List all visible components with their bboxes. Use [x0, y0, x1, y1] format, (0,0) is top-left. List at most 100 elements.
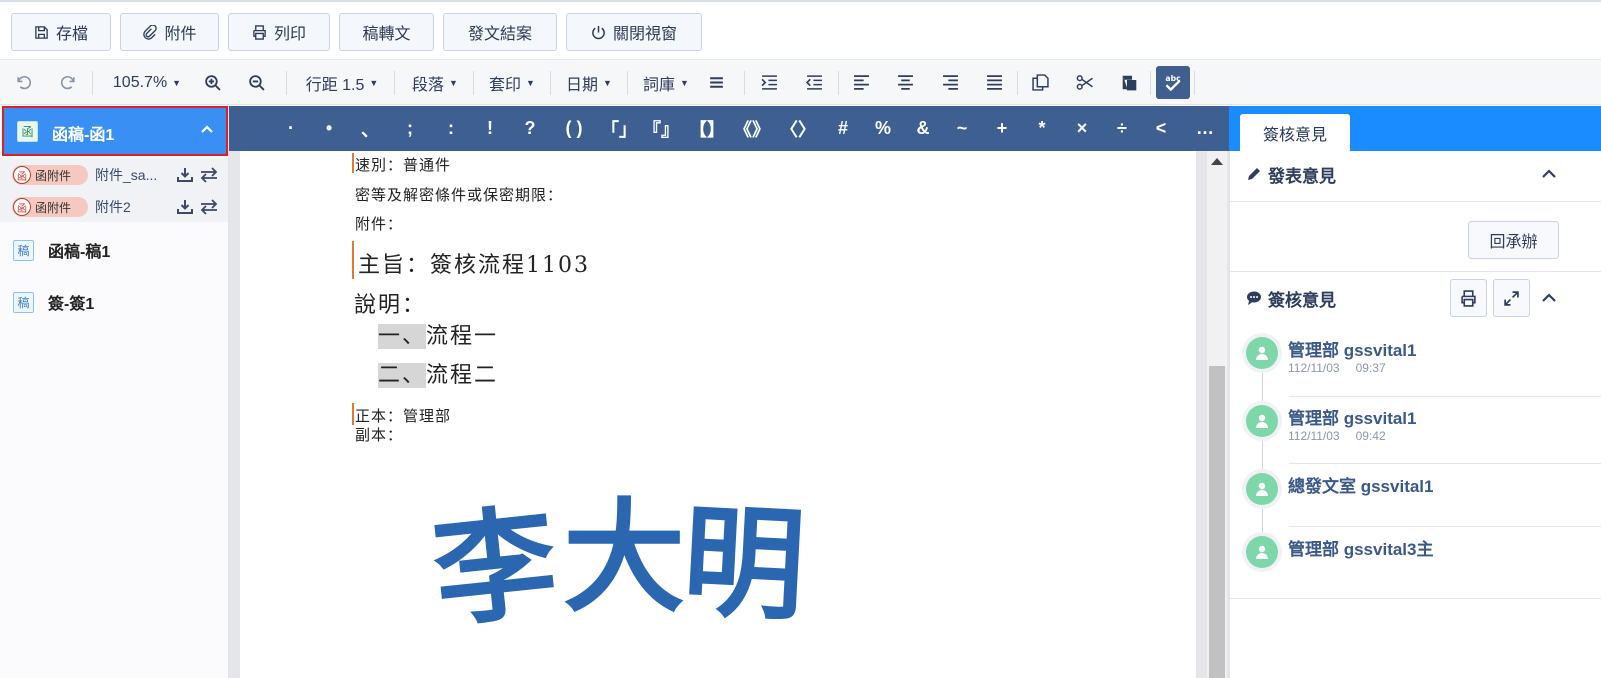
separator	[838, 71, 839, 95]
separator	[744, 71, 745, 95]
opinion-author: 管理部 gssvital1	[1288, 341, 1417, 360]
line-spacing-dropdown[interactable]: 行距 1.5 ▼	[298, 60, 386, 105]
sidebar-item-label: 函稿-稿1	[48, 244, 111, 261]
download-icon[interactable]	[177, 167, 193, 183]
avatar	[1242, 532, 1282, 572]
separator	[286, 71, 287, 95]
punctuation-button[interactable]: ·	[276, 106, 306, 151]
punctuation-button[interactable]: %	[868, 106, 898, 151]
punctuation-button[interactable]: 「」	[601, 106, 637, 151]
close-window-button[interactable]: 關閉視窗	[566, 13, 702, 51]
item-line: 二、流程二	[378, 357, 498, 395]
swap-icon[interactable]	[200, 199, 218, 215]
close-case-button[interactable]: 發文結案	[443, 13, 557, 51]
original-recipient-line: 正本：管理部	[355, 407, 452, 425]
return-to-handler-button[interactable]: 回承辦	[1468, 221, 1559, 259]
print-button[interactable]: 列印	[228, 13, 330, 51]
chevron-up-icon[interactable]	[1541, 166, 1557, 182]
attachment-name[interactable]: 附件_sa...	[95, 165, 167, 185]
align-left-button[interactable]	[848, 60, 874, 105]
sidebar-item-label: 函稿-函1	[52, 127, 115, 144]
sidebar-item-draft[interactable]: 稿 函稿-稿1	[0, 230, 228, 270]
spellcheck-icon: abc	[1165, 73, 1181, 91]
opinion-timestamp: 112/11/03 09:42	[1288, 429, 1386, 443]
sidebar-item-sign[interactable]: 稿 簽-簽1	[0, 282, 228, 322]
template-dropdown[interactable]: 套印 ▼	[483, 60, 541, 105]
speed-line: 速別：普通件	[355, 156, 452, 174]
align-right-button[interactable]	[937, 60, 963, 105]
punctuation-button[interactable]: <	[1146, 106, 1176, 151]
save-icon	[35, 25, 48, 39]
expand-opinions-button[interactable]	[1493, 279, 1530, 317]
paste-button[interactable]	[1116, 60, 1142, 105]
zoom-out-button[interactable]	[243, 60, 269, 105]
attach-button[interactable]: 附件	[120, 13, 219, 51]
separator	[1194, 71, 1195, 95]
redo-button[interactable]	[55, 60, 81, 105]
avatar	[1242, 469, 1282, 509]
date-dropdown[interactable]: 日期 ▼	[560, 60, 618, 105]
zoom-dropdown[interactable]: 105.7% ▼	[106, 60, 188, 105]
zoom-in-button[interactable]	[199, 60, 225, 105]
punctuation-button[interactable]: ( )	[559, 106, 589, 151]
punctuation-button[interactable]: ÷	[1107, 106, 1137, 151]
scroll-up-arrow-icon[interactable]	[1211, 158, 1223, 165]
punctuation-button[interactable]: *	[1027, 106, 1057, 151]
separator	[627, 71, 628, 95]
sidebar-item-active-letter[interactable]: 函 函稿-函1	[2, 106, 228, 156]
print-label: 列印	[273, 26, 306, 43]
indent-button[interactable]	[756, 60, 782, 105]
download-icon[interactable]	[177, 199, 193, 215]
punctuation-button[interactable]: 【】	[689, 106, 725, 151]
punctuation-button[interactable]: :	[436, 106, 466, 151]
attachment-item[interactable]: 函 函附件 附件2	[0, 192, 228, 222]
zoom-in-icon	[204, 75, 221, 91]
punctuation-button[interactable]: #	[828, 106, 858, 151]
punctuation-button[interactable]: •	[314, 106, 344, 151]
punctuation-button[interactable]: ×	[1067, 106, 1097, 151]
chevron-up-icon[interactable]	[1541, 290, 1557, 306]
scrollbar-thumb[interactable]	[1209, 366, 1225, 678]
spellcheck-button[interactable]: abc	[1156, 66, 1190, 99]
punctuation-button[interactable]: !	[475, 106, 505, 151]
action-bar: 存檔 附件 列印 稿轉文 發文結案 關閉視窗	[0, 2, 1601, 60]
letter-tag-icon: 函	[13, 166, 31, 184]
punctuation-button[interactable]: …	[1190, 106, 1220, 151]
opinions-header[interactable]: 簽核意見	[1229, 280, 1601, 316]
punctuation-button[interactable]: 〈〉	[780, 106, 816, 151]
letter-tag-icon: 函	[13, 198, 31, 216]
undo-button[interactable]	[10, 60, 36, 105]
save-button[interactable]: 存檔	[11, 13, 111, 51]
scissors-icon	[1076, 75, 1093, 90]
chevron-up-icon[interactable]	[200, 122, 214, 136]
cut-button[interactable]	[1071, 60, 1097, 105]
convert-draft-button[interactable]: 稿轉文	[339, 13, 434, 51]
punctuation-button[interactable]: 、	[355, 106, 385, 151]
seal-character: 明	[679, 487, 809, 639]
print-opinions-button[interactable]	[1450, 279, 1487, 317]
punctuation-button[interactable]: &	[908, 106, 938, 151]
punctuation-button[interactable]: ?	[515, 106, 545, 151]
field-marker	[352, 241, 354, 279]
outdent-button[interactable]	[801, 60, 827, 105]
swap-icon[interactable]	[200, 167, 218, 183]
attachment-name[interactable]: 附件2	[95, 197, 167, 217]
align-center-button[interactable]	[892, 60, 918, 105]
punctuation-button[interactable]: 『』	[643, 106, 679, 151]
opinion-author: 管理部 gssvital3主	[1288, 540, 1434, 559]
punctuation-button[interactable]: 《》	[734, 106, 770, 151]
template-label: 套印	[489, 76, 522, 94]
justify-button[interactable]	[981, 60, 1007, 105]
copy-button[interactable]	[1027, 60, 1053, 105]
punctuation-button[interactable]: ~	[947, 106, 977, 151]
tab-review-opinions[interactable]: 簽核意見	[1240, 114, 1350, 151]
publish-opinion-header[interactable]: 發表意見	[1229, 158, 1601, 190]
punctuation-button[interactable]: ;	[395, 106, 425, 151]
attachment-item[interactable]: 函 函附件 附件_sa...	[0, 160, 228, 190]
punctuation-button[interactable]: +	[987, 106, 1017, 151]
list-button[interactable]	[703, 60, 729, 105]
caret-down-icon: ▼	[526, 77, 535, 88]
thesaurus-dropdown[interactable]: 詞庫 ▼	[637, 60, 695, 105]
paragraph-dropdown[interactable]: 段落 ▼	[406, 60, 464, 105]
save-label: 存檔	[55, 26, 88, 43]
